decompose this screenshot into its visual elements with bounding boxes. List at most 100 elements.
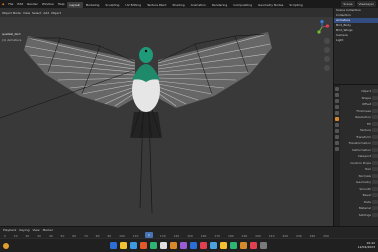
scene-tab-icon[interactable] [335,105,339,109]
constraint-tab-icon[interactable] [335,135,339,139]
frame-tick-label: 160 [200,233,207,238]
menu-file[interactable]: File [6,0,15,8]
tab-animation[interactable]: Animation [188,2,209,8]
property-value-field[interactable] [372,180,378,185]
material-tab-icon[interactable] [335,147,339,151]
properties-tabs [334,85,340,227]
tool-tab-icon[interactable] [335,87,339,91]
keying-menu[interactable]: Keying [19,228,29,232]
property-value-field[interactable] [372,89,378,94]
bird-head [139,47,153,63]
menu-edit[interactable]: Edit [15,0,25,8]
property-value-field[interactable] [372,154,378,159]
menu-window[interactable]: Window [40,0,56,8]
taskbar-app-icon[interactable] [200,242,207,249]
property-value-field[interactable] [372,115,378,120]
camera-view-icon[interactable] [324,56,330,62]
property-value-field[interactable] [372,121,378,126]
active-object-sublabel: (1) Armature [2,38,22,42]
taskbar-app-icon[interactable] [110,242,117,249]
tab-shading[interactable]: Shading [169,2,187,8]
3d-viewport[interactable]: Object Mode View Select Add Object quetz… [0,8,333,226]
taskbar-app-icon[interactable] [150,242,157,249]
tab-geometry-nodes[interactable]: Geometry Nodes [255,2,286,8]
weather-icon[interactable] [3,243,9,249]
property-value-field[interactable] [372,212,378,217]
property-value-field[interactable] [372,186,378,191]
taskbar-app-icon[interactable] [240,242,247,249]
bird-eye [144,49,148,53]
menu-render[interactable]: Render [25,0,40,8]
frame-tick-label: 80 [95,233,100,238]
outliner-row[interactable]: Light [334,38,378,43]
property-value-field[interactable] [372,128,378,133]
render-tab-icon[interactable] [335,93,339,97]
left-wing-fill [24,36,135,108]
object-menu[interactable]: Object [51,11,61,15]
tab-texture-paint[interactable]: Texture Paint [144,2,169,8]
tab-uv-editing[interactable]: UV Editing [122,2,144,8]
taskbar-app-icon[interactable] [230,242,237,249]
menu-help[interactable]: Help [56,0,67,8]
taskbar-app-icon[interactable] [260,242,267,249]
tab-layout[interactable]: Layout [66,1,83,8]
taskbar-app-icon[interactable] [170,242,177,249]
tab-compositing[interactable]: Compositing [230,2,255,8]
property-value-field[interactable] [372,141,378,146]
property-value-field[interactable] [372,95,378,100]
frame-tick-label: 130 [159,233,166,238]
frame-tick-label: 220 [282,233,289,238]
taskbar-app-icon[interactable] [180,242,187,249]
output-tab-icon[interactable] [335,99,339,103]
world-tab-icon[interactable] [335,111,339,115]
windows-taskbar: 10:42 12/04/2023 [0,238,378,252]
taskbar-app-icon[interactable] [250,242,257,249]
system-clock[interactable]: 10:42 12/04/2023 [358,241,375,249]
view-layer-selector[interactable]: ViewLayer [356,1,376,7]
properties-panel: Object Shape Offset Thickness Resolution… [333,84,378,227]
property-value-field[interactable] [372,147,378,152]
tab-modeling[interactable]: Modeling [83,2,103,8]
property-value-field[interactable] [372,206,378,211]
bird-model[interactable] [0,8,333,226]
timeline-view-menu[interactable]: View [32,228,39,232]
property-value-field[interactable] [372,193,378,198]
tab-scripting[interactable]: Scripting [286,2,305,8]
taskbar-app-icon[interactable] [220,242,227,249]
frame-tick-label: 100 [119,233,125,238]
data-tab-icon[interactable] [335,141,339,145]
tab-sculpting[interactable]: Sculpting [102,2,122,8]
frame-tick-label: 0 [3,233,6,238]
taskbar-app-icon[interactable] [130,242,137,249]
taskbar-app-icon[interactable] [190,242,197,249]
scene-selector[interactable]: Scene [341,1,355,7]
navigation-gizmo[interactable] [315,20,329,34]
view-menu[interactable]: View [23,11,30,15]
object-tab-icon[interactable] [335,117,339,121]
playback-menu[interactable]: Playback [3,228,16,232]
property-value-field[interactable] [372,173,378,178]
property-value-field[interactable] [372,108,378,113]
frame-tick-label: 150 [187,233,193,238]
modifier-tab-icon[interactable] [335,123,339,127]
property-value-field[interactable] [372,199,378,204]
select-menu[interactable]: Select [32,11,41,15]
tab-rendering[interactable]: Rendering [209,2,230,8]
property-value-field[interactable] [372,167,378,172]
taskbar-app-icon[interactable] [140,242,147,249]
mode-selector[interactable]: Object Mode [2,11,21,15]
taskbar-app-icon[interactable] [210,242,217,249]
add-menu[interactable]: Add [43,11,49,15]
perspective-toggle-icon[interactable] [324,65,330,71]
frame-tick-label: 10 [13,233,18,238]
taskbar-app-icon[interactable] [160,242,167,249]
marker-menu[interactable]: Marker [43,228,53,232]
property-value-field[interactable] [372,102,378,107]
property-value-field[interactable] [372,160,378,165]
scene-selectors: Scene ViewLayer [341,1,378,7]
pan-icon[interactable] [324,47,330,53]
taskbar-app-icon[interactable] [120,242,127,249]
property-value-field[interactable] [372,134,378,139]
physics-tab-icon[interactable] [335,129,339,133]
zoom-icon[interactable] [324,38,330,44]
